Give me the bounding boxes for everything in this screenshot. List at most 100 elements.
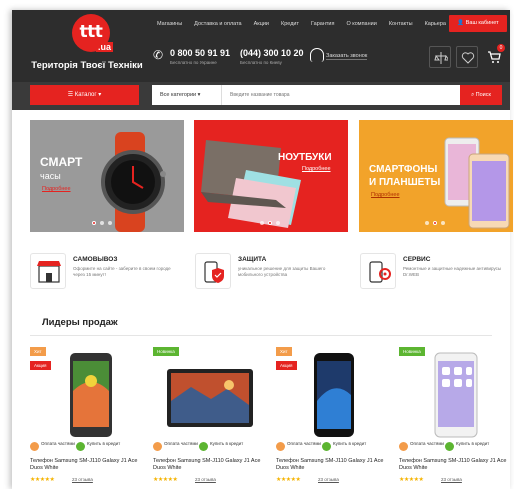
cart-count: 0 xyxy=(497,44,505,52)
feature-text: Оформите на сайте - заберите в своем гор… xyxy=(73,266,171,277)
page: ttt .ua Територія Твоєї Техніки Магазины… xyxy=(0,0,514,489)
cart-icon xyxy=(488,51,501,63)
credit-icon xyxy=(322,442,331,451)
category-label: Все категории xyxy=(160,92,197,98)
nav-item-credit[interactable]: Кредит xyxy=(275,17,305,31)
product-name[interactable]: Телефон Samsung SM-J110 Galaxy J1 Ace Du… xyxy=(153,458,265,472)
nav-item-warranty[interactable]: Гарантия xyxy=(305,17,340,31)
product-card[interactable]: Хит Акция Оплата частями Купить в кредит… xyxy=(30,343,142,489)
banner-title: СМАРТ xyxy=(40,155,83,169)
feature-pickup[interactable]: САМОВЫВОЗ Оформите на сайте - заберите в… xyxy=(30,250,180,292)
credit-icon xyxy=(445,442,454,451)
catalog-label: Каталог xyxy=(74,92,97,98)
smartphones-image xyxy=(444,137,510,229)
service-icon xyxy=(360,253,396,289)
menu-icon: ☰ xyxy=(67,92,75,98)
browser-frame: ttt .ua Територія Твоєї Техніки Магазины… xyxy=(12,10,513,489)
installment-label[interactable]: Оплата частями xyxy=(164,441,198,446)
nav-item-promo[interactable]: Акции xyxy=(248,17,275,31)
banner-dots xyxy=(425,221,445,225)
banner-subtitle: часы xyxy=(40,171,61,181)
reviews-link[interactable]: 23 отзыва xyxy=(195,477,216,482)
cabinet-label: Ваш кабинет xyxy=(465,20,499,26)
product-name[interactable]: Телефон Samsung SM-J110 Galaxy J1 Ace Du… xyxy=(399,458,511,472)
banner-smartwatch[interactable]: СМАРТ часы Подробнее xyxy=(30,120,184,232)
installment-icon xyxy=(30,442,39,451)
product-card[interactable]: Новинка Оплата частями Купить в кредит Т… xyxy=(153,343,265,489)
banner-link[interactable]: Подробнее xyxy=(371,192,400,198)
user-icon: 👤 xyxy=(457,20,466,26)
nav-item-about[interactable]: О компании xyxy=(340,17,382,31)
tagline: Територія Твоєї Техніки xyxy=(31,60,143,71)
product-name[interactable]: Телефон Samsung SM-J110 Galaxy J1 Ace Du… xyxy=(30,458,142,472)
laptop-image xyxy=(201,140,301,228)
cart-button[interactable]: 0 xyxy=(483,44,505,68)
credit-label[interactable]: Купить в кредит xyxy=(333,441,366,446)
product-card[interactable]: Новинка Оплата частями Купить в кредит Т… xyxy=(399,343,511,489)
callback-link[interactable]: Заказать звонок xyxy=(326,53,368,60)
credit-label[interactable]: Купить в кредит xyxy=(456,441,489,446)
heart-icon xyxy=(461,52,475,64)
banner-dots xyxy=(92,221,112,225)
catalog-button[interactable]: ☰ Каталог ▾ xyxy=(30,85,139,105)
rating-stars: ★★★★★ xyxy=(276,477,301,483)
feature-protection[interactable]: ЗАЩИТА уникальное решение для защиты Ваш… xyxy=(195,250,345,292)
reviews-link[interactable]: 23 отзыва xyxy=(72,477,93,482)
feature-title: СЕРВИС xyxy=(403,256,431,263)
product-image[interactable] xyxy=(286,351,378,439)
rating-stars: ★★★★★ xyxy=(399,477,424,483)
banner-smartphones[interactable]: СМАРТФОНЫ И ПЛАНШЕТЫ Подробнее xyxy=(359,120,513,232)
cabinet-button[interactable]: 👤 Ваш кабинет xyxy=(449,15,507,32)
rating-stars: ★★★★★ xyxy=(30,477,55,483)
banner-dots xyxy=(260,221,280,225)
banner-link[interactable]: Подробнее xyxy=(302,166,331,172)
category-select[interactable]: Все категории ▾ xyxy=(152,85,222,105)
reviews-link[interactable]: 23 отзыва xyxy=(318,477,339,482)
installment-label[interactable]: Оплата частями xyxy=(287,441,321,446)
wishlist-button[interactable] xyxy=(456,46,478,68)
section-title-leaders: Лидеры продаж xyxy=(42,317,118,328)
shield-icon xyxy=(195,253,231,289)
headset-icon xyxy=(310,48,324,62)
nav-item-career[interactable]: Карьера xyxy=(419,17,452,31)
phone-2-note: Бесплатно по Киеву xyxy=(240,60,282,65)
banner-title: СМАРТФОНЫ xyxy=(369,164,438,175)
search-input[interactable] xyxy=(222,85,460,105)
phone-1[interactable]: 0 800 50 91 91 xyxy=(170,48,230,58)
banner-link[interactable]: Подробнее xyxy=(42,186,71,192)
banner-laptops[interactable]: НОУТБУКИ Подробнее xyxy=(194,120,348,232)
product-image[interactable] xyxy=(40,351,132,439)
banner-title: НОУТБУКИ xyxy=(278,152,332,163)
product-card[interactable]: Хит Акция Оплата частями Купить в кредит… xyxy=(276,343,388,489)
product-image[interactable] xyxy=(409,351,501,439)
feature-service[interactable]: СЕРВИС Ремонтные и защитные надежные ант… xyxy=(360,250,510,292)
phone-1-note: Бесплатно по Украине xyxy=(170,60,217,65)
phone-2[interactable]: (044) 300 10 20 xyxy=(240,48,304,58)
divider xyxy=(30,335,492,336)
reviews-link[interactable]: 23 отзыва xyxy=(441,477,462,482)
smartwatch-image xyxy=(101,132,166,232)
installment-label[interactable]: Оплата частями xyxy=(41,441,75,446)
installment-label[interactable]: Оплата частями xyxy=(410,441,444,446)
nav-item-delivery[interactable]: Доставка и оплата xyxy=(188,17,247,31)
compare-icon xyxy=(434,52,448,64)
credit-label[interactable]: Купить в кредит xyxy=(210,441,243,446)
nav-item-shops[interactable]: Магазины xyxy=(151,17,188,31)
site-header: ttt .ua Територія Твоєї Техніки Магазины… xyxy=(12,10,510,82)
chevron-down-icon: ▾ xyxy=(196,92,201,98)
search-button-label: Поиск xyxy=(475,92,491,98)
logo[interactable]: ttt .ua xyxy=(64,14,118,54)
search-button[interactable]: ⌕ Поиск xyxy=(460,85,502,105)
feature-text: уникальное решение для защиты Вашего моб… xyxy=(238,266,326,277)
compare-button[interactable] xyxy=(429,46,451,68)
credit-icon xyxy=(199,442,208,451)
credit-label[interactable]: Купить в кредит xyxy=(87,441,120,446)
product-image[interactable] xyxy=(163,351,255,439)
rating-stars: ★★★★★ xyxy=(153,477,178,483)
product-name[interactable]: Телефон Samsung SM-J110 Galaxy J1 Ace Du… xyxy=(276,458,388,472)
nav-item-contacts[interactable]: Контакты xyxy=(383,17,419,31)
feature-text: Ремонтные и защитные надежные антивирусы… xyxy=(403,266,502,277)
credit-icon xyxy=(76,442,85,451)
installment-icon xyxy=(399,442,408,451)
logo-text: ttt xyxy=(79,22,103,42)
